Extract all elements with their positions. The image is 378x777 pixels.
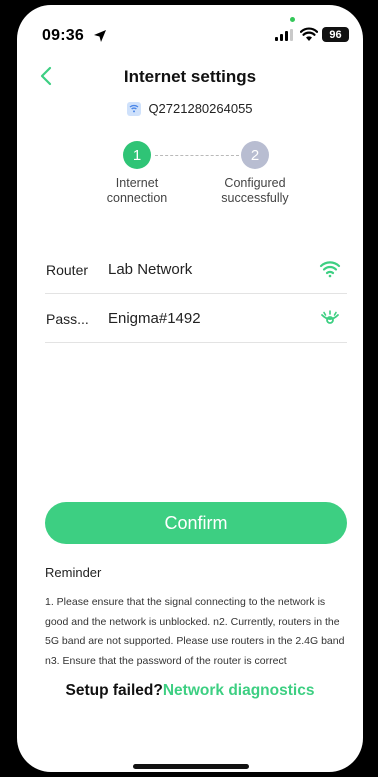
- phone-frame: 09:36 96 Internet settings Q272128026405…: [0, 0, 378, 777]
- privacy-indicator-dot: [290, 17, 295, 22]
- network-diagnostics-link[interactable]: Network diagnostics: [163, 682, 315, 699]
- setup-failed-text: Setup failed?: [65, 682, 163, 699]
- step-2-label-line2: successfully: [221, 191, 289, 205]
- nav-header: Internet settings: [17, 61, 363, 95]
- wifi-status-icon: [300, 27, 318, 41]
- step-1-label-line2: connection: [106, 191, 168, 205]
- reminder-text: 1. Please ensure that the signal connect…: [45, 596, 345, 667]
- password-row[interactable]: Pass... Enigma#1492: [45, 294, 347, 343]
- step-2-label: Configured successfully: [205, 176, 305, 206]
- step-2-indicator: 2: [241, 141, 269, 169]
- app-screen: 09:36 96 Internet settings Q272128026405…: [17, 5, 363, 772]
- status-bar: 09:36 96: [17, 5, 363, 63]
- step-1-label-line1: Internet: [115, 176, 159, 190]
- battery-indicator: 96: [322, 27, 349, 42]
- device-wifi-icon: [127, 101, 142, 116]
- device-id: Q2721280264055: [148, 101, 253, 116]
- step-connector: [155, 155, 239, 156]
- setup-failed-footer: Setup failed?Network diagnostics: [17, 682, 363, 700]
- location-arrow-icon: [94, 30, 106, 42]
- step-1-label: Internet connection: [87, 176, 187, 206]
- step-2-label-line1: Configured: [224, 176, 286, 190]
- home-indicator[interactable]: [133, 764, 249, 769]
- cellular-signal-icon: [275, 29, 293, 41]
- page-title: Internet settings: [123, 67, 257, 86]
- device-info: Q2721280264055: [17, 101, 363, 116]
- wifi-icon[interactable]: [319, 260, 341, 278]
- progress-steps: 1 2 Internet connection Configured succe…: [17, 141, 363, 221]
- reminder-title: Reminder: [45, 565, 102, 580]
- password-field[interactable]: Enigma#1492: [108, 310, 201, 327]
- status-time: 09:36: [42, 27, 84, 44]
- eye-closed-icon[interactable]: [319, 309, 341, 327]
- router-row[interactable]: Router Lab Network: [45, 245, 347, 294]
- password-label: Pass...: [46, 311, 89, 327]
- step-1-indicator: 1: [123, 141, 151, 169]
- router-label: Router: [46, 262, 89, 278]
- router-field[interactable]: Lab Network: [108, 261, 192, 278]
- confirm-button[interactable]: Confirm: [45, 502, 347, 544]
